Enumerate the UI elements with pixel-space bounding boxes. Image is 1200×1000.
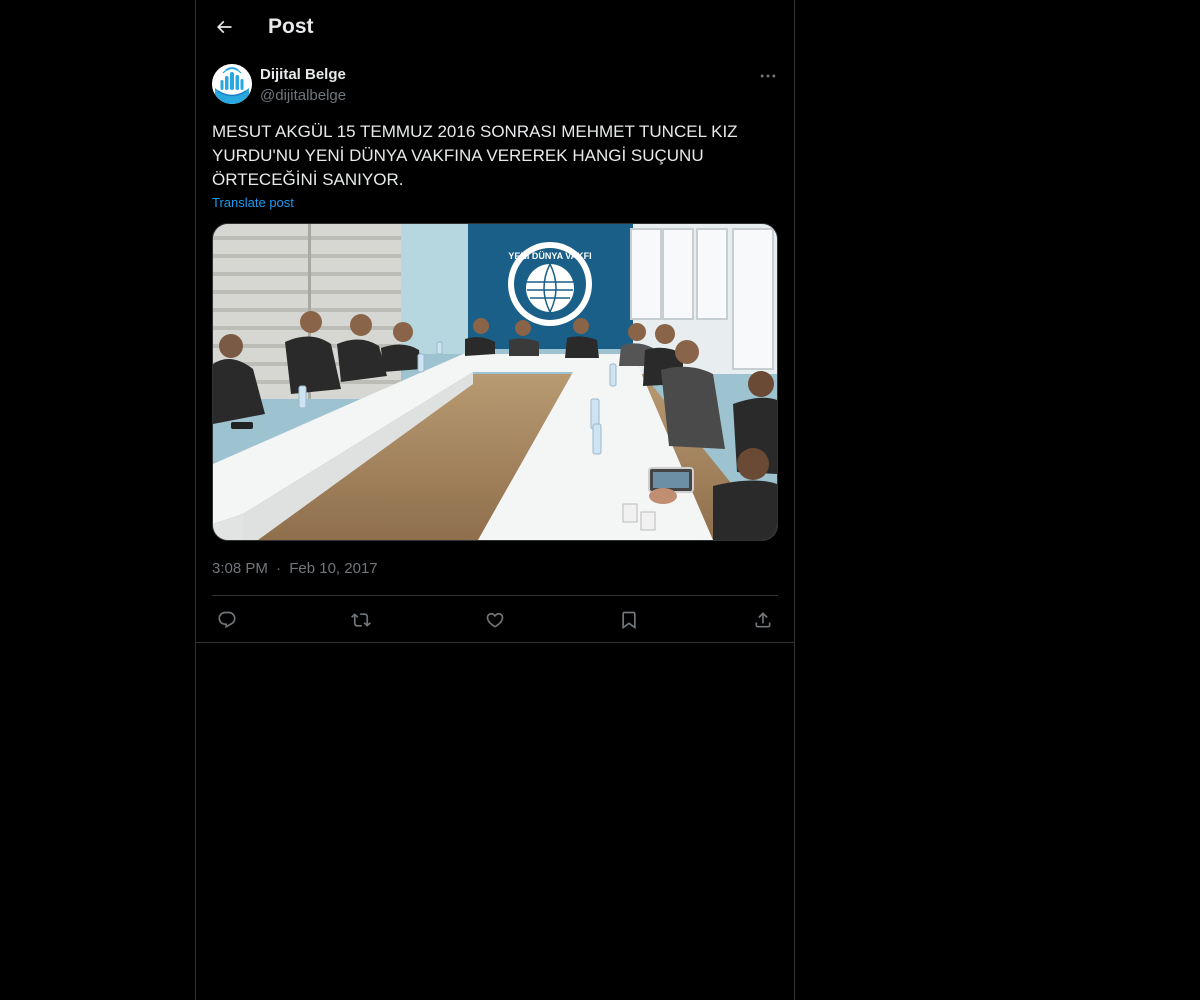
share-button[interactable] bbox=[751, 608, 775, 632]
author-name[interactable]: Dijital Belge bbox=[260, 65, 346, 85]
like-button[interactable] bbox=[483, 608, 507, 632]
post-timestamp: 3:08 PM · Feb 10, 2017 bbox=[212, 559, 378, 579]
reply-icon bbox=[218, 611, 236, 629]
translate-post-link[interactable]: Translate post bbox=[212, 195, 294, 211]
arrow-left-icon bbox=[216, 20, 232, 34]
repost-icon bbox=[351, 613, 371, 627]
reply-button[interactable] bbox=[215, 608, 239, 632]
timestamp-separator: · bbox=[276, 560, 282, 577]
post-date[interactable]: Feb 10, 2017 bbox=[289, 560, 377, 577]
repost-button[interactable] bbox=[349, 608, 373, 632]
avatar[interactable] bbox=[212, 64, 252, 104]
author-handle[interactable]: @dijitalbelge bbox=[260, 86, 346, 106]
hand-logo-icon bbox=[212, 64, 252, 104]
divider bbox=[212, 595, 778, 596]
share-icon bbox=[755, 612, 771, 628]
svg-text:YENİ DÜNYA VAKFI: YENİ DÜNYA VAKFI bbox=[508, 251, 591, 261]
post-time[interactable]: 3:08 PM bbox=[212, 560, 268, 577]
post-column: Post Dijital Belge @dijitalbelge MESUT A… bbox=[195, 0, 795, 1000]
bookmark-button[interactable] bbox=[617, 608, 641, 632]
post-text: MESUT AKGÜL 15 TEMMUZ 2016 SONRASI MEHME… bbox=[212, 122, 742, 189]
back-button[interactable] bbox=[208, 11, 240, 43]
bookmark-icon bbox=[622, 611, 636, 630]
page-title: Post bbox=[268, 15, 314, 38]
action-bar bbox=[212, 605, 778, 635]
heart-icon bbox=[486, 612, 504, 628]
more-horizontal-icon bbox=[760, 74, 776, 78]
post-image[interactable]: YENİ DÜNYA VAKFI bbox=[212, 223, 778, 541]
more-button[interactable] bbox=[756, 66, 780, 86]
page-header: Post bbox=[196, 0, 794, 54]
post-bottom-border bbox=[196, 642, 794, 643]
meeting-photo: YENİ DÜNYA VAKFI bbox=[213, 224, 777, 540]
